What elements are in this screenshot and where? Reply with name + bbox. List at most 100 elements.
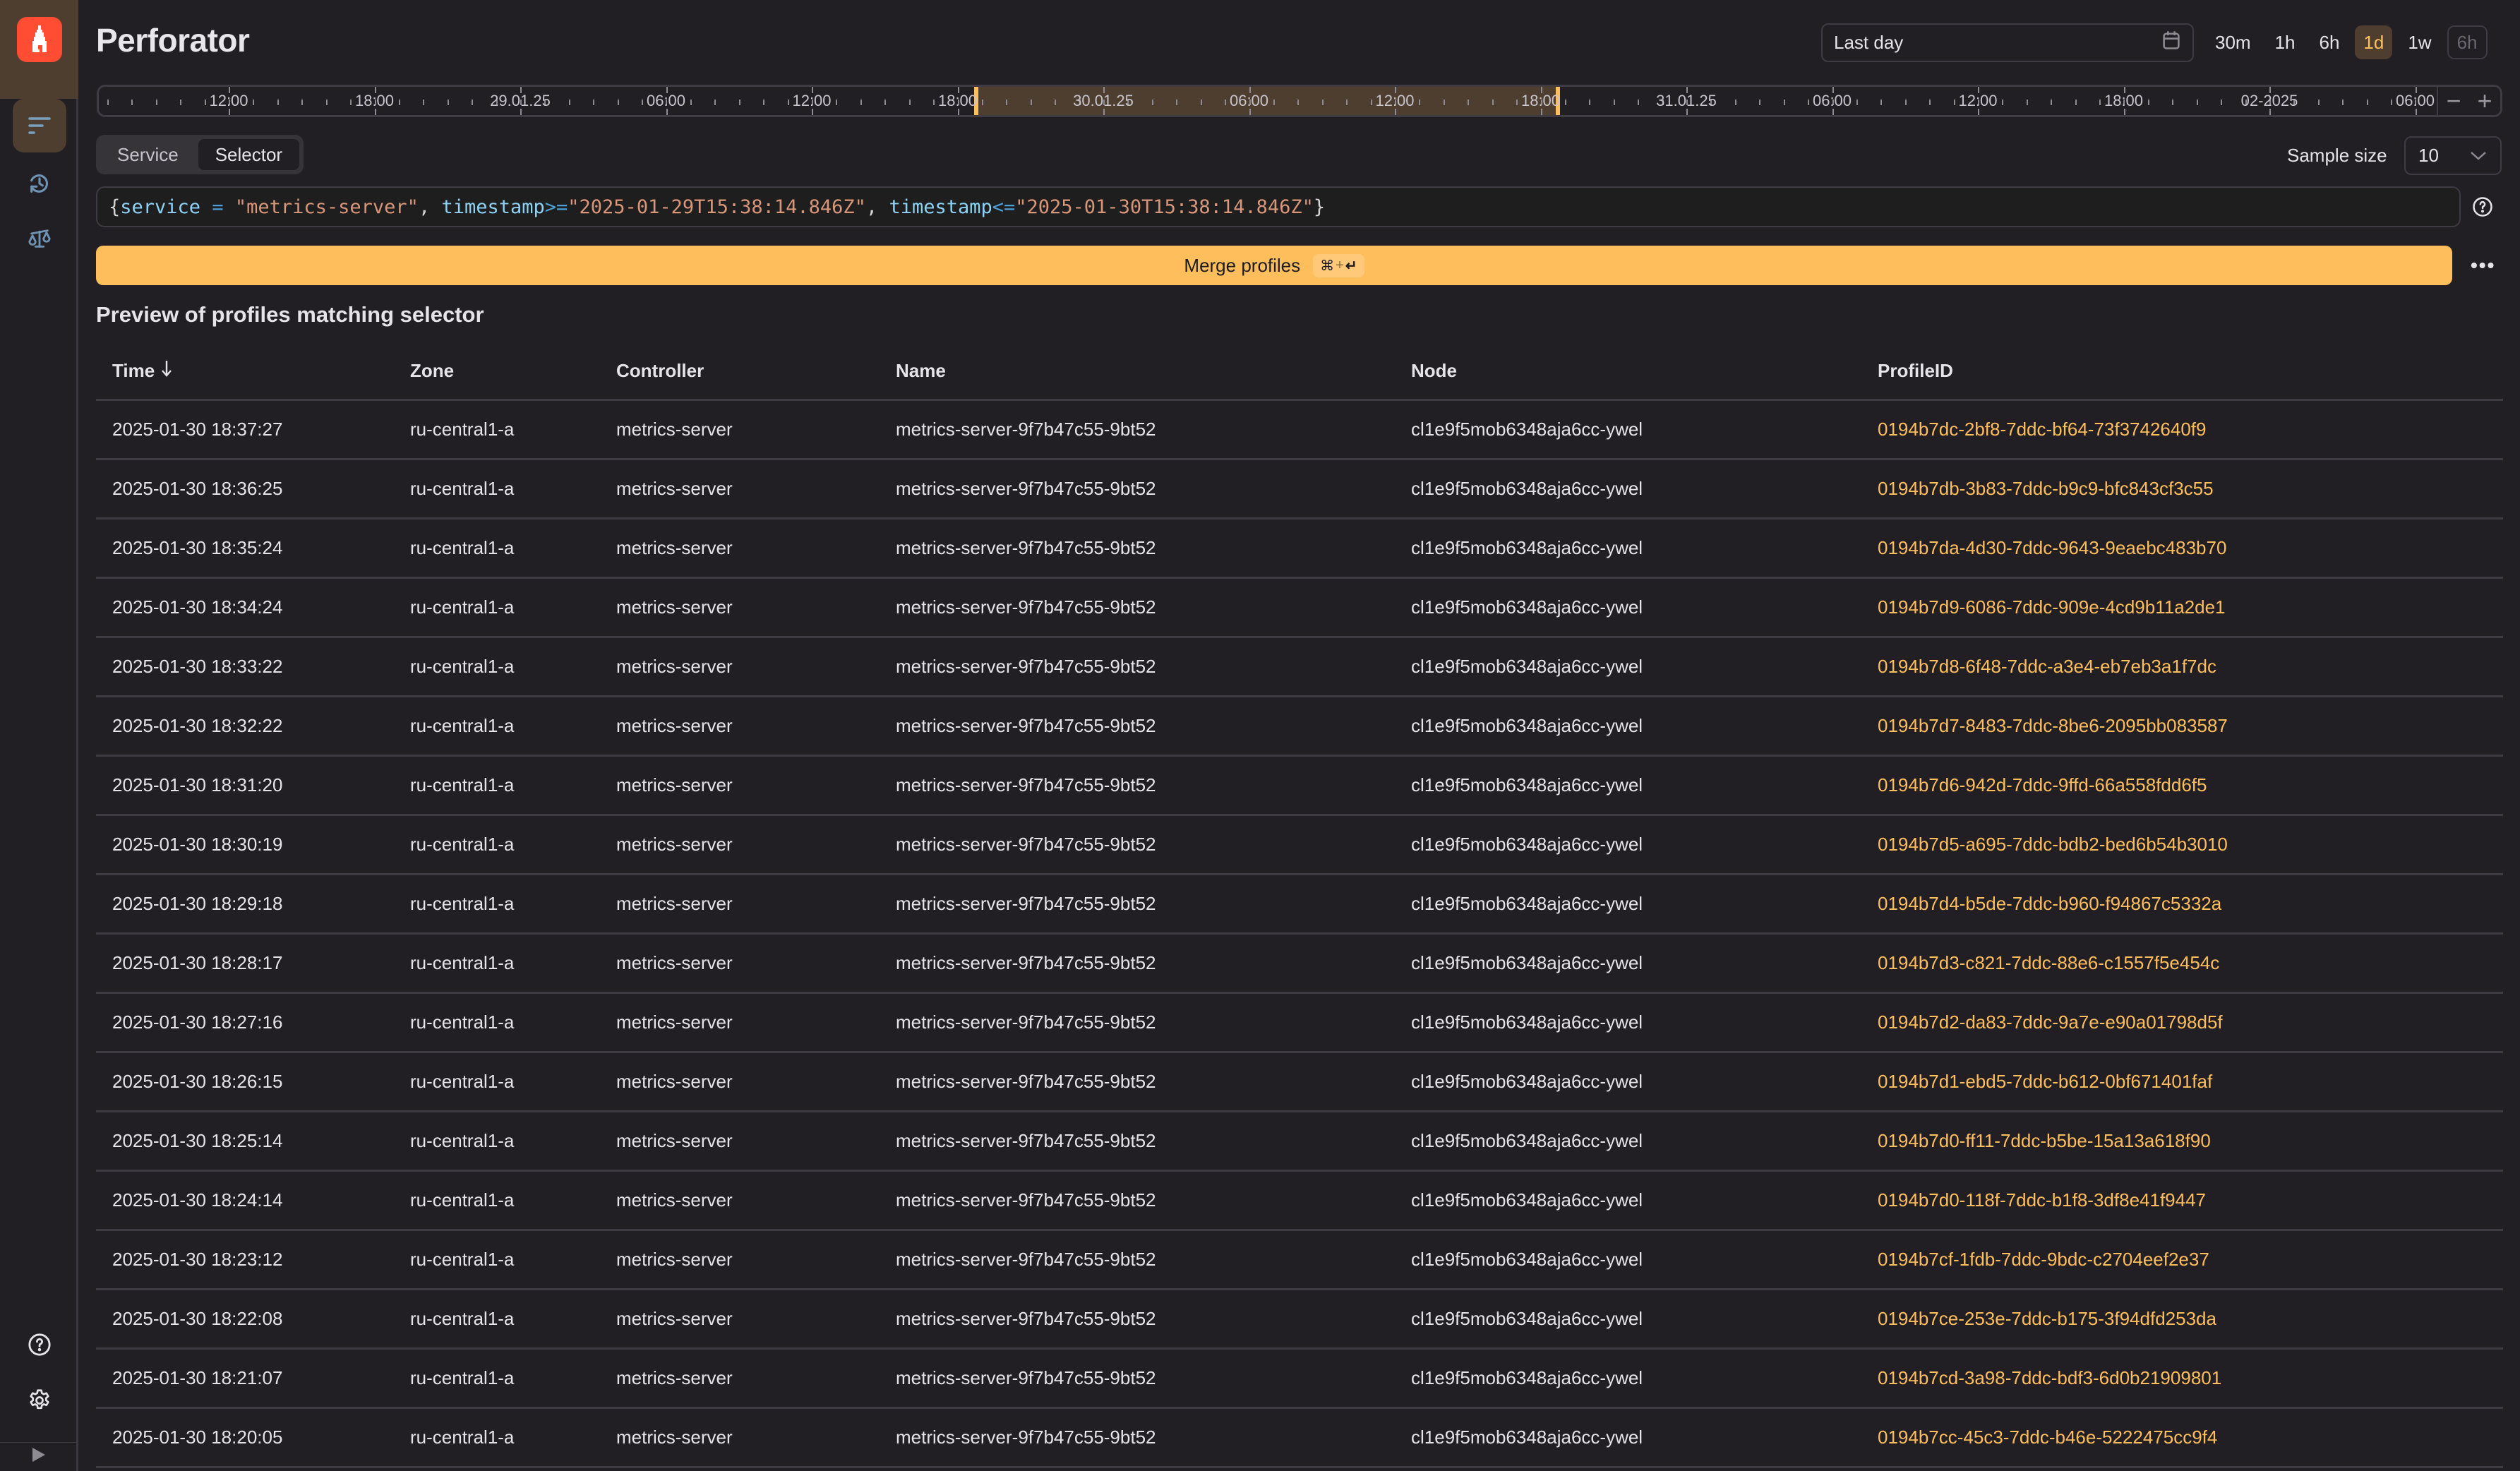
- table-row[interactable]: 2025-01-30 18:37:27 ru-central1-a metrics-…: [96, 401, 2503, 460]
- timeline-scrubber[interactable]: 12:00 18:00 29.01.25 06:00 12:00 18:00 30.01.2…: [97, 85, 2502, 117]
- merge-profiles-label: Merge profiles: [1184, 254, 1301, 276]
- sidebar-item-profiles[interactable]: [13, 99, 66, 152]
- profile-id-link[interactable]: 0194b7d4-b5de-7ddc-b960-f94867c5332a: [1878, 893, 2503, 915]
- profile-id-link[interactable]: 0194b7da-4d30-7ddc-9643-9eaebc483b70: [1878, 537, 2503, 559]
- profile-id-link[interactable]: 0194b7d6-942d-7ddc-9ffd-66a558fdd6f5: [1878, 774, 2503, 796]
- cell-time: 2025-01-30 18:21:07: [112, 1367, 283, 1388]
- table-row[interactable]: 2025-01-30 18:22:08 ru-central1-a metrics-…: [96, 1290, 2503, 1350]
- selector-input[interactable]: {service = "metrics-server", timestamp >=…: [96, 186, 2461, 227]
- profile-id-link[interactable]: 0194b7db-3b83-7ddc-b9c9-bfc843cf3c55: [1878, 478, 2503, 500]
- timeline-label: 18:00: [1520, 92, 1561, 109]
- sidebar-item-history[interactable]: [13, 157, 66, 210]
- column-header-label: Name: [896, 360, 946, 381]
- time-range-input[interactable]: Last day: [1821, 23, 2194, 62]
- timeline-zoom-out-button[interactable]: −: [2446, 87, 2461, 115]
- timeline-label: 18:00: [937, 92, 978, 109]
- table-row[interactable]: 2025-01-30 18:20:05 ru-central1-a metrics-…: [96, 1409, 2503, 1468]
- sample-size-select[interactable]: 10: [2404, 136, 2502, 175]
- cell-node: cl1e9f5mob6348aja6cc-ywel: [1411, 834, 1643, 855]
- table-row[interactable]: 2025-01-30 18:36:25 ru-central1-a metrics-…: [96, 460, 2503, 520]
- timeline-label: 12:00: [1375, 92, 1415, 109]
- profile-id-link[interactable]: 0194b7d0-118f-7ddc-b1f8-3df8e41f9447: [1878, 1189, 2503, 1211]
- timeline-minor-tick: [1880, 100, 1882, 105]
- selector-help-icon[interactable]: [2472, 196, 2493, 221]
- profile-id-link[interactable]: 0194b7ce-253e-7ddc-b175-3f94dfd253da: [1878, 1308, 2503, 1330]
- timeline-minor-tick: [1297, 100, 1299, 105]
- cell-time: 2025-01-30 18:36:25: [112, 478, 283, 499]
- table-row[interactable]: 2025-01-30 18:32:22 ru-central1-a metrics-…: [96, 697, 2503, 757]
- expand-sidebar-button[interactable]: [31, 1446, 47, 1467]
- timeline-zoom-in-button[interactable]: +: [2477, 87, 2492, 115]
- profile-id-link[interactable]: 0194b7d3-c821-7ddc-88e6-c1557f5e454c: [1878, 952, 2503, 974]
- table-row[interactable]: 2025-01-30 18:26:15 ru-central1-a metrics-…: [96, 1053, 2503, 1112]
- table-row[interactable]: 2025-01-30 18:31:20 ru-central1-a metrics-…: [96, 757, 2503, 816]
- sidebar-item-compare[interactable]: [13, 212, 66, 265]
- timeline-minor-tick: [423, 100, 424, 105]
- profile-id-link[interactable]: 0194b7dc-2bf8-7ddc-bf64-73f3742640f9: [1878, 419, 2503, 440]
- time-preset-1w[interactable]: 1w: [2399, 25, 2440, 59]
- time-preset-30m[interactable]: 30m: [2207, 25, 2260, 59]
- time-preset-6h[interactable]: 6h: [2447, 25, 2488, 59]
- timeline-minor-tick: [2367, 100, 2368, 105]
- timeline-minor-tick: [1273, 100, 1275, 105]
- profile-id-link[interactable]: 0194b7d2-da83-7ddc-9a7e-e90a01798d5f: [1878, 1011, 2503, 1033]
- gear-icon: [27, 1388, 52, 1413]
- time-preset-6h[interactable]: 6h: [2311, 25, 2348, 59]
- cell-zone: ru-central1-a: [410, 952, 515, 973]
- cell-controller: metrics-server: [616, 1308, 733, 1329]
- sidebar-item-help[interactable]: [13, 1318, 66, 1371]
- profile-id-link[interactable]: 0194b7cc-45c3-7ddc-b46e-5222475cc9f4: [1878, 1427, 2503, 1448]
- history-icon: [28, 172, 52, 196]
- timeline-minor-tick: [1225, 100, 1226, 105]
- cell-zone: ru-central1-a: [410, 537, 515, 558]
- timeline-minor-tick: [2318, 100, 2320, 105]
- table-row[interactable]: 2025-01-30 18:30:19 ru-central1-a metrics-…: [96, 816, 2503, 875]
- profile-id-link[interactable]: 0194b7d5-a695-7ddc-bdb2-bed6b54b3010: [1878, 834, 2503, 855]
- timeline-minor-tick: [569, 100, 570, 105]
- profile-id-link[interactable]: 0194b7d9-6086-7ddc-909e-4cd9b11a2de1: [1878, 596, 2503, 618]
- profile-id-link[interactable]: 0194b7cd-3a98-7ddc-bdf3-6d0b21909801: [1878, 1367, 2503, 1389]
- calendar-icon[interactable]: [2161, 30, 2181, 56]
- cell-time: 2025-01-30 18:22:08: [112, 1308, 283, 1329]
- profile-id-link[interactable]: 0194b7d0-ff11-7ddc-b5be-15a13a618f90: [1878, 1130, 2503, 1152]
- table-row[interactable]: 2025-01-30 18:24:14 ru-central1-a metrics-…: [96, 1172, 2503, 1231]
- timeline-minor-tick: [2391, 100, 2392, 105]
- profile-id-link[interactable]: 0194b7d7-8483-7ddc-8be6-2095bb083587: [1878, 715, 2503, 737]
- cell-zone: ru-central1-a: [410, 1367, 515, 1388]
- flame-logo-icon[interactable]: [17, 17, 62, 62]
- profile-id-link[interactable]: 0194b7d1-ebd5-7ddc-b612-0bf671401faf: [1878, 1071, 2503, 1093]
- table-row[interactable]: 2025-01-30 18:23:12 ru-central1-a metrics-…: [96, 1231, 2503, 1290]
- table-row[interactable]: 2025-01-30 18:25:14 ru-central1-a metrics-…: [96, 1112, 2503, 1172]
- table-row[interactable]: 2025-01-30 18:33:22 ru-central1-a metrics-…: [96, 638, 2503, 697]
- timeline-label: 18:00: [354, 92, 395, 109]
- table-row[interactable]: 2025-01-30 18:27:16 ru-central1-a metrics-…: [96, 994, 2503, 1053]
- table-row[interactable]: 2025-01-30 18:21:07 ru-central1-a metrics-…: [96, 1350, 2503, 1409]
- cell-controller: metrics-server: [616, 1071, 733, 1092]
- timeline-minor-tick: [1444, 100, 1445, 105]
- table-row[interactable]: 2025-01-30 18:35:24 ru-central1-a metrics-…: [96, 520, 2503, 579]
- time-preset-1h[interactable]: 1h: [2267, 25, 2304, 59]
- merge-profiles-button[interactable]: Merge profiles ⌘ + ↵: [96, 246, 2452, 285]
- timeline-minor-tick: [1589, 100, 1590, 105]
- column-header-time[interactable]: Time: [96, 359, 410, 383]
- table-row[interactable]: 2025-01-30 18:34:24 ru-central1-a metrics-…: [96, 579, 2503, 638]
- cell-zone: ru-central1-a: [410, 1308, 515, 1329]
- cell-controller: metrics-server: [616, 537, 733, 558]
- table-body: 2025-01-30 18:37:27 ru-central1-a metrics-…: [96, 401, 2503, 1468]
- timeline-minor-tick: [2197, 100, 2198, 105]
- timeline-label: 06:00: [646, 92, 686, 109]
- tab-selector[interactable]: Selector: [198, 139, 300, 170]
- time-preset-1d[interactable]: 1d: [2355, 25, 2393, 59]
- selector-token-punc: ,: [865, 196, 889, 218]
- timeline-minor-tick: [448, 100, 449, 105]
- sidebar-item-settings[interactable]: [13, 1374, 66, 1427]
- table-row[interactable]: 2025-01-30 18:29:18 ru-central1-a metrics-…: [96, 875, 2503, 935]
- timeline-minor-tick: [1176, 100, 1177, 105]
- profile-id-link[interactable]: 0194b7d8-6f48-7ddc-a3e4-eb7eb3a1f7dc: [1878, 656, 2503, 678]
- table-row[interactable]: 2025-01-30 18:28:17 ru-central1-a metrics-…: [96, 935, 2503, 994]
- profile-id-link[interactable]: 0194b7cf-1fdb-7ddc-9bdc-c2704eef2e37: [1878, 1249, 2503, 1271]
- timeline-minor-tick: [1201, 100, 1202, 105]
- more-options-button[interactable]: •••: [2471, 254, 2495, 277]
- timeline-label: 12:00: [1958, 92, 1998, 109]
- tab-service[interactable]: Service: [100, 139, 196, 170]
